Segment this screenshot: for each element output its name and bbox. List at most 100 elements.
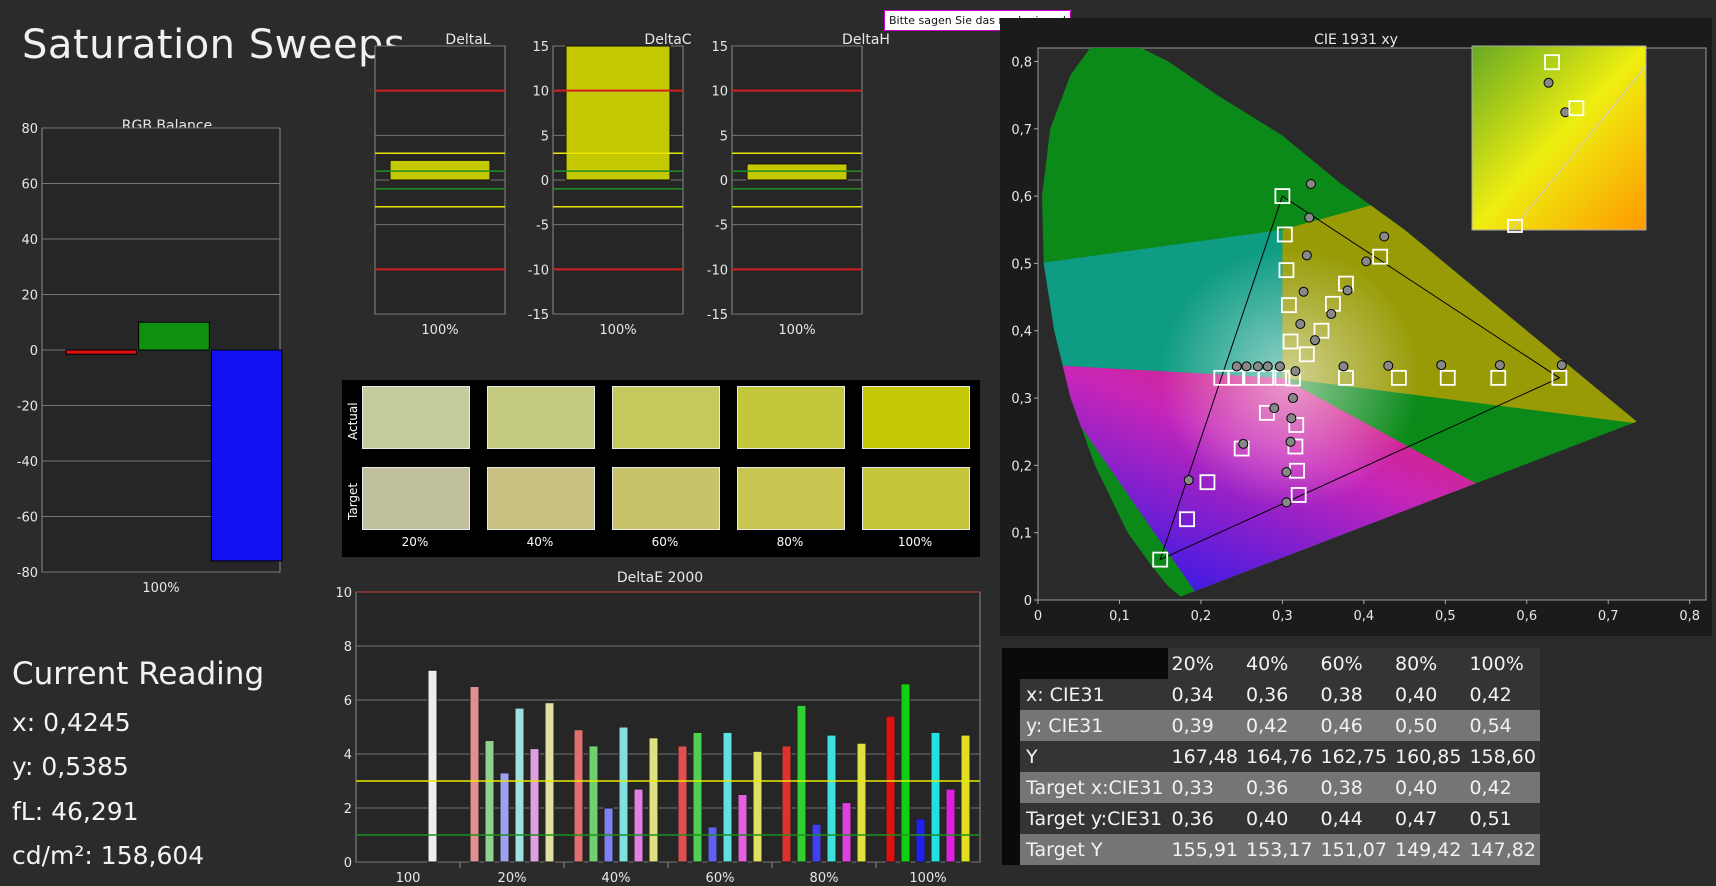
table-cell: 164,76 — [1242, 741, 1317, 772]
deltaC-ytick: -15 — [528, 308, 549, 323]
rgb-bar — [138, 321, 210, 351]
cie-measured-point — [1556, 360, 1567, 371]
deltaE-ytick: 6 — [344, 694, 352, 709]
cie-xtick: 0,6 — [1516, 609, 1537, 624]
cie-measured-point — [1262, 361, 1273, 372]
table-cell: 0,36 — [1167, 803, 1243, 834]
page-title: Saturation Sweeps — [22, 22, 406, 68]
target-swatch — [737, 467, 845, 530]
deltaC-ytick: 10 — [532, 85, 549, 100]
cie-measured-point — [1301, 250, 1312, 261]
deltaE-bar — [960, 734, 971, 863]
cie-measured-point — [1183, 475, 1194, 486]
table-cell: 0,34 — [1167, 679, 1243, 710]
deltaE-ytick: 2 — [344, 802, 352, 817]
cie-ytick: 0,5 — [1011, 257, 1032, 272]
cie-measured-point — [1281, 497, 1292, 508]
cie-title: CIE 1931 xy — [1314, 32, 1398, 48]
deltaE-bar — [707, 826, 718, 863]
table-cell: 151,07 — [1316, 834, 1391, 865]
deltaE-bar — [737, 794, 748, 863]
cie-ytick: 0,6 — [1011, 190, 1032, 205]
table-cell: 147,82 — [1465, 834, 1540, 865]
cie-measured-point — [1298, 286, 1309, 297]
rgb-ytick: 60 — [21, 178, 38, 193]
deltaE-bar — [856, 742, 867, 863]
actual-swatch — [612, 386, 720, 449]
row-label: Target Y — [1002, 834, 1168, 865]
deltaC-bar — [565, 45, 671, 181]
table-cell: 0,40 — [1242, 803, 1317, 834]
swatch-label: 80% — [776, 535, 804, 549]
table-cell: 160,85 — [1390, 741, 1466, 772]
swatch-label: 40% — [526, 535, 554, 549]
cie-ytick: 0,2 — [1011, 459, 1032, 474]
deltaE-bar — [484, 740, 495, 863]
deltaE-bar — [811, 823, 822, 863]
reading-fl: fL: 46,291 — [12, 797, 139, 826]
cie-inset-measured-point — [1560, 107, 1571, 118]
deltaL-ytick: 10 — [370, 85, 371, 100]
deltaH-ytick: 5 — [720, 129, 728, 144]
cie-measured-point — [1269, 403, 1280, 414]
cie-measured-point — [1309, 335, 1320, 346]
table-cell: 0,38 — [1316, 772, 1391, 803]
table-header-cell: 60% — [1316, 648, 1391, 679]
cie-ytick: 0 — [1024, 594, 1032, 609]
deltaE-bar — [885, 715, 896, 863]
table-cell: 0,38 — [1316, 679, 1391, 710]
table-cell: 0,54 — [1465, 710, 1540, 741]
table-cell: 153,17 — [1242, 834, 1317, 865]
target-swatch — [612, 467, 720, 530]
cie-measured-point — [1436, 360, 1447, 371]
current-reading-title: Current Reading — [12, 656, 265, 692]
table-cell: 158,60 — [1465, 741, 1540, 772]
reading-y: y: 0,5385 — [12, 752, 129, 781]
deltaL-ytick: 5 — [370, 129, 371, 144]
actual-swatch — [862, 386, 970, 449]
deltaH-ytick: 0 — [720, 174, 728, 189]
deltaL-ytick: 0 — [370, 174, 371, 189]
cie-measured-point — [1305, 178, 1316, 189]
table-row: Target y:CIE31 0,36 0,40 0,44 0,47 0,51 — [1002, 803, 1540, 834]
table-row: Target Y 155,91 153,17 151,07 149,42 147,82 — [1002, 834, 1540, 865]
table-cell: 0,42 — [1242, 710, 1317, 741]
reading-cdm2: cd/m²: 158,604 — [12, 841, 205, 870]
deltaE-category-label: 80% — [810, 871, 839, 886]
reading-x: x: 0,4245 — [12, 708, 131, 737]
deltaE-bar — [692, 731, 703, 863]
row-label: Y — [1002, 741, 1168, 772]
deltaH-ytick: 15 — [711, 40, 728, 55]
rgb-balance-chart: RGB Balance 806040200-20-40-60-80100% — [17, 118, 283, 596]
deltaE-bar — [427, 669, 438, 863]
cie-measured-point — [1338, 361, 1349, 372]
actual-row-label: Actual — [346, 402, 360, 440]
table-header-cell: 100% — [1465, 648, 1540, 679]
table-cell: 0,51 — [1465, 803, 1540, 834]
deltaE-category-label: 60% — [706, 871, 735, 886]
deltaC-ytick: 5 — [541, 129, 549, 144]
rgb-ytick: 40 — [21, 233, 38, 248]
cie-xtick: 0,8 — [1679, 609, 1700, 624]
actual-swatch — [737, 386, 845, 449]
cie-measured-point — [1281, 467, 1292, 478]
table-header-row: 20% 40% 60% 80% 100% — [1002, 648, 1540, 679]
table-cell: 0,33 — [1167, 772, 1243, 803]
cie-measured-point — [1286, 413, 1297, 424]
target-swatch — [487, 467, 595, 530]
rgb-bar — [210, 349, 283, 562]
table-cell: 0,42 — [1465, 679, 1540, 710]
deltaE-bar — [618, 726, 629, 863]
deltaE-bar — [499, 772, 510, 863]
cie-ytick: 0,7 — [1011, 123, 1032, 138]
table-cell: 0,40 — [1390, 772, 1466, 803]
cie-chart: CIE 1931 xy 0,8 0,7 0,6 0,5 0,4 0,3 0,2 0,1 00 0,… — [1011, 32, 1707, 624]
cie-chart-panel: CIE 1931 xy 0,8 0,7 0,6 0,5 0,4 0,3 0,2 0,1 0 0 0,… — [1000, 18, 1712, 636]
row-label: x: CIE31 — [1002, 679, 1168, 710]
measurement-table: 20% 40% 60% 80% 100% x: CIE31 0,34 0,36 0,38 0,40… — [1002, 648, 1540, 865]
deltaE-ytick: 4 — [344, 748, 352, 763]
table-cell: 0,36 — [1242, 679, 1317, 710]
deltaE-bar — [796, 704, 807, 863]
cie-ytick: 0,3 — [1011, 392, 1032, 407]
deltaL-category-label: 100% — [421, 323, 458, 338]
